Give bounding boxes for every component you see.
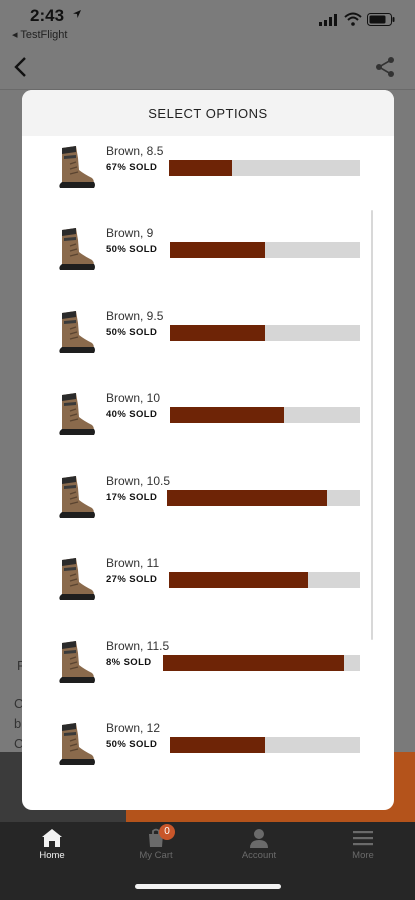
option-sold-label: 27% SOLD <box>106 574 158 585</box>
cellular-signal-icon <box>319 14 337 26</box>
option-row[interactable]: Brown, 10.5 17% SOLD <box>22 472 394 536</box>
battery-icon <box>367 13 395 26</box>
wifi-icon <box>344 12 362 26</box>
option-sold-label: 17% SOLD <box>106 492 158 503</box>
tab-home[interactable]: Home <box>12 828 92 861</box>
availability-bar-track <box>170 737 360 753</box>
menu-icon <box>353 831 373 846</box>
availability-bar-track <box>163 655 360 671</box>
boot-product-image <box>59 393 95 435</box>
availability-bar-fill <box>169 160 233 176</box>
location-arrow-icon <box>73 10 81 18</box>
option-sold-label: 8% SOLD <box>106 657 152 668</box>
option-row[interactable]: Brown, 11.5 8% SOLD <box>22 637 394 701</box>
availability-bar-fill <box>170 407 284 423</box>
option-row[interactable]: Brown, 11 27% SOLD <box>22 554 394 618</box>
boot-product-image <box>59 641 95 683</box>
option-sold-label: 50% SOLD <box>106 327 158 338</box>
option-name: Brown, 12 <box>106 721 161 735</box>
boot-product-image <box>59 146 95 188</box>
option-row[interactable]: Brown, 8.5 67% SOLD <box>22 142 394 206</box>
boot-product-image <box>59 723 95 765</box>
availability-bar-fill <box>170 737 265 753</box>
home-icon <box>42 829 62 847</box>
option-name: Brown, 11 <box>106 556 160 570</box>
option-name: Brown, 11.5 <box>106 639 170 653</box>
option-row[interactable]: Brown, 9 50% SOLD <box>22 224 394 288</box>
option-sold-label: 40% SOLD <box>106 409 158 420</box>
home-indicator <box>135 884 281 889</box>
status-time: 2:43 <box>30 6 65 25</box>
availability-bar-fill <box>170 325 265 341</box>
boot-product-image <box>59 476 95 518</box>
select-options-modal: SELECT OPTIONS Brown, 8.5 67% SOLD Brown, … <box>22 90 394 810</box>
availability-bar-track <box>170 242 360 258</box>
option-row[interactable]: Brown, 12 50% SOLD <box>22 719 394 783</box>
option-name: Brown, 10 <box>106 391 161 405</box>
availability-bar-fill <box>169 572 309 588</box>
tab-account[interactable]: Account <box>219 828 299 861</box>
option-row[interactable]: Brown, 9.5 50% SOLD <box>22 307 394 371</box>
option-name: Brown, 9.5 <box>106 309 164 323</box>
option-row[interactable]: Brown, 10 40% SOLD <box>22 389 394 453</box>
boot-product-image <box>59 558 95 600</box>
share-icon[interactable] <box>374 56 396 78</box>
availability-bar-track <box>170 325 360 341</box>
availability-bar-track <box>169 160 360 176</box>
tab-account-label: Account <box>241 850 277 861</box>
option-sold-label: 50% SOLD <box>106 244 158 255</box>
back-to-testflight-link[interactable]: ◂ TestFlight <box>12 28 67 41</box>
option-name: Brown, 8.5 <box>106 144 164 158</box>
status-bar: 2:43 ◂ TestFlight <box>0 0 415 44</box>
background-text: b <box>14 716 22 731</box>
tab-my-cart[interactable]: 0 My Cart <box>116 824 196 861</box>
option-sold-label: 67% SOLD <box>106 162 158 173</box>
modal-title: SELECT OPTIONS <box>22 90 394 136</box>
option-sold-label: 50% SOLD <box>106 739 158 750</box>
option-name: Brown, 10.5 <box>106 474 171 488</box>
cart-badge: 0 <box>159 824 175 840</box>
availability-bar-fill <box>163 655 345 671</box>
tab-more[interactable]: More <box>323 828 403 861</box>
tab-my-cart-label: My Cart <box>139 850 173 861</box>
availability-bar-track <box>169 572 360 588</box>
availability-bar-track <box>167 490 360 506</box>
person-icon <box>250 829 268 848</box>
option-name: Brown, 9 <box>106 226 154 240</box>
availability-bar-fill <box>170 242 265 258</box>
tab-more-label: More <box>352 850 374 861</box>
boot-product-image <box>59 228 95 270</box>
tab-home-label: Home <box>39 850 65 861</box>
availability-bar-track <box>170 407 360 423</box>
back-chevron-icon[interactable] <box>12 56 30 78</box>
availability-bar-fill <box>167 490 328 506</box>
boot-product-image <box>59 311 95 353</box>
app-header <box>0 44 415 90</box>
